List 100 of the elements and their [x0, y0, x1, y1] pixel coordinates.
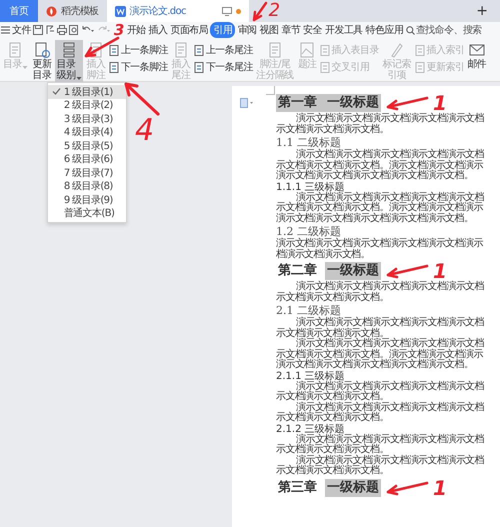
menu-item[interactable]: 9 级目录(9) — [48, 193, 126, 206]
page-icon — [320, 62, 330, 72]
file-menu[interactable]: 文件 — [12, 23, 31, 37]
new-tab-button[interactable]: + — [468, 0, 496, 22]
ribbon-tab[interactable]: 插入 — [148, 22, 168, 38]
document-icon — [114, 6, 126, 16]
text-line: 档演示文档演示文档。 — [276, 250, 372, 260]
check-icon — [52, 87, 61, 96]
menu-item[interactable]: 3 级目录(3) — [48, 112, 126, 126]
ribbon-button[interactable]: 更新目录 — [30, 40, 53, 82]
menu-item[interactable]: 8 级目录(8) — [48, 180, 126, 193]
text-line: 示文档演示文档演示文档。演示文档演示文档演示 — [276, 160, 484, 170]
text-line: 示文档演示文档演示文档。 — [276, 413, 390, 424]
text-line: 演示文档演示文档演示文档演示文档演示文档 — [296, 318, 486, 328]
ribbon-tab[interactable]: 视图 — [260, 22, 278, 38]
text-line: 示文档演示文档演示文档。 — [276, 292, 390, 303]
menu-item[interactable]: 5 级目录(5) — [48, 139, 126, 152]
ribbon-tab[interactable]: 特色应用 — [366, 22, 404, 38]
ribbon-button[interactable]: 上一条尾注 — [194, 43, 253, 57]
page-icon — [414, 44, 425, 56]
annotation-number: 1 — [433, 92, 447, 114]
page-icon — [108, 62, 119, 72]
subsection-heading: 2.1.2 三级标题 — [276, 424, 345, 434]
chapter-number: 第三章 — [277, 478, 318, 496]
menu-item[interactable]: 1 级目录(1) — [48, 85, 126, 98]
ribbon-tab[interactable]: 章节 — [281, 22, 300, 38]
ribbon-tab[interactable]: 引用 — [210, 22, 236, 38]
menu-item[interactable]: 7 级目录(7) — [48, 166, 126, 180]
ribbon-button[interactable]: 下一条尾注 — [194, 60, 253, 74]
page-icon — [414, 62, 425, 72]
text-line: 演示文档演示文档演示文档演示文档演示文档。 — [276, 171, 474, 182]
heading-title: 一级标题 — [325, 262, 381, 280]
annotation-number: 2 — [268, 0, 280, 22]
annotation-arrow — [84, 36, 120, 58]
dot-icon — [236, 8, 241, 14]
ribbon-button[interactable]: 上一条脚注 — [108, 43, 168, 57]
text-line: 演示文档演示文档演示文档演示文档演示文档 — [296, 282, 486, 292]
chapter-number: 第二章 — [277, 262, 318, 280]
text-line: 演示文档演示文档演示文档演示文档演示文档。 — [276, 360, 474, 370]
update-icon — [32, 41, 51, 59]
annotation-number: 4 — [135, 113, 154, 148]
menu-item[interactable]: 4 级目录(4) — [48, 126, 126, 139]
section-heading: 1.2 二级标题 — [276, 224, 341, 238]
menu-item[interactable]: 2 级目录(2) — [48, 98, 126, 112]
subsection-heading: 2.1.1 三级标题 — [276, 370, 345, 382]
text-line: 示文档演示文档演示文档。 — [276, 466, 390, 476]
window-tab[interactable]: 演示论文.doc — [106, 0, 249, 22]
ribbon-tab[interactable]: 审阅 — [238, 22, 257, 38]
text-line: 示文档演示文档演示文档。 — [276, 445, 390, 455]
page-icon — [320, 44, 330, 56]
window-tab[interactable]: 首页 — [0, 0, 38, 22]
annotation-number: 1 — [433, 476, 447, 498]
text-line: 演示文档演示文档演示文档演示文档演示文档 — [296, 150, 486, 160]
section-heading: 2.1 二级标题 — [276, 303, 341, 317]
text-line: 示文档演示文档演示文档。演示文档演示文档演示 — [276, 203, 484, 213]
ribbon-button[interactable]: 邮件 — [466, 40, 488, 71]
window-tab[interactable]: 稻壳模板 — [38, 0, 107, 22]
subsection-heading: 1.1.1 三级标题 — [276, 182, 345, 192]
monitor-icon — [222, 6, 232, 16]
search-field[interactable]: 查找命令、搜索 — [406, 23, 482, 37]
annotation-arrow — [385, 95, 429, 111]
text-line: 演示文档演示文档演示文档演示文档演示文档 — [296, 402, 486, 412]
annotation-number: 3 — [114, 22, 124, 38]
text-line: 示文档演示文档演示文档。 — [276, 124, 390, 135]
menu-item[interactable]: 6 级目录(6) — [48, 152, 126, 166]
text-line: 演示文档演示文档演示文档演示文档演示文档 — [296, 382, 486, 392]
ribbon-button[interactable]: 下一条脚注 — [108, 60, 168, 74]
text-line: 演示文档演示文档演示文档演示文档演示文档 — [296, 456, 486, 466]
annotation-arrow — [385, 480, 429, 496]
ribbon-tab[interactable]: 页面布局 — [170, 22, 208, 38]
save-icon[interactable] — [32, 25, 43, 35]
page-icon — [194, 44, 204, 56]
annotation-arrow — [385, 263, 429, 279]
annotation-number: 1 — [433, 260, 447, 282]
text-line: 演示文档演示文档演示文档演示文档演示文档。 — [276, 214, 474, 224]
text-line: 演示文档演示文档演示文档演示文档演示文档演示 — [276, 239, 484, 249]
text-line: 演示文档演示文档演示文档演示文档演示文档 — [296, 434, 486, 444]
text-line: 演示文档演示文档演示文档演示文档演示文档 — [296, 114, 486, 124]
image-icon — [298, 41, 316, 59]
ribbon-button[interactable]: 目录级别 — [54, 40, 83, 82]
flame-icon — [46, 6, 57, 16]
heading-title: 一级标题 — [325, 478, 381, 496]
menu-item[interactable]: 普通文本(B) — [48, 206, 126, 220]
text-line: 示文档演示文档演示文档。 — [276, 392, 390, 402]
section-heading: 1.1 二级标题 — [276, 135, 341, 149]
text-line: 演示文档演示文档演示文档演示文档演示文档 — [296, 339, 486, 349]
page-icon — [108, 44, 119, 56]
preview-icon[interactable] — [68, 25, 79, 35]
chapter-number: 第一章 — [276, 94, 325, 112]
ribbon-tab[interactable]: 开始 — [126, 22, 146, 38]
page-icon — [194, 62, 204, 72]
search-icon — [406, 26, 415, 34]
ribbon-tab[interactable]: 安全 — [303, 22, 322, 38]
heading-title: 一级标题 — [325, 94, 381, 112]
menu-icon[interactable] — [1, 26, 10, 34]
text-line: 演示文档演示文档演示文档演示文档演示文档 — [296, 192, 486, 202]
annotation-arrow — [124, 82, 160, 116]
ribbon-tab[interactable]: 开发工具 — [325, 22, 363, 38]
print-icon[interactable] — [56, 25, 67, 35]
text-line: 示文档演示文档演示文档。 — [276, 328, 389, 338]
